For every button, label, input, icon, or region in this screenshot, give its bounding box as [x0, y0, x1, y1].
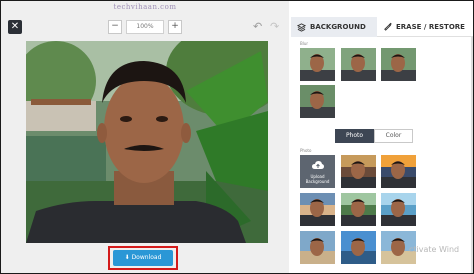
blur-preview [300, 85, 335, 118]
background-thumbnail[interactable] [300, 193, 335, 226]
portrait-photo [26, 41, 268, 243]
background-preview [300, 231, 335, 264]
zoom-in-button[interactable]: + [168, 20, 182, 34]
tab-erase-label: ERASE / RESTORE [396, 22, 465, 31]
download-button[interactable]: ⬇ Download [113, 250, 173, 266]
background-thumbnail[interactable] [341, 231, 376, 264]
background-preview [341, 193, 376, 226]
redo-icon[interactable]: ↷ [270, 20, 279, 34]
blur-thumbnail[interactable] [381, 48, 416, 81]
download-label: Download [131, 254, 162, 261]
download-icon: ⬇ [124, 254, 130, 261]
background-preview [341, 155, 376, 188]
upload-background-button[interactable]: Upload Background [300, 155, 335, 188]
layers-icon [297, 22, 306, 32]
background-thumbnail[interactable] [300, 231, 335, 264]
editor-window: techvihaan.com ✕ − 100% + ↶ ↷ ⬇ Download… [0, 0, 474, 274]
close-button[interactable]: ✕ [8, 20, 22, 34]
activate-windows-overlay: ctivate Wind [409, 245, 460, 254]
blur-thumbnail[interactable] [300, 48, 335, 81]
blur-section-label: Blur [300, 41, 309, 46]
photo-canvas[interactable] [26, 41, 268, 243]
photo-section-label: Photo [300, 148, 312, 153]
blur-thumbnail[interactable] [300, 85, 335, 118]
background-preview [341, 231, 376, 264]
tab-erase-restore[interactable]: ERASE / RESTORE [377, 17, 473, 37]
background-thumbnail[interactable] [381, 193, 416, 226]
zoom-controls: − 100% + [108, 20, 182, 34]
zoom-level: 100% [126, 20, 164, 34]
background-panel: BACKGROUND ERASE / RESTORE Blur Photo Co… [291, 1, 473, 273]
background-preview [381, 193, 416, 226]
background-thumbnail[interactable] [341, 155, 376, 188]
site-watermark: techvihaan.com [113, 3, 177, 11]
brush-icon [384, 22, 392, 31]
close-icon: ✕ [10, 21, 20, 32]
background-thumbnail[interactable] [381, 155, 416, 188]
tab-background[interactable]: BACKGROUND [291, 17, 377, 37]
toggle-photo[interactable]: Photo [335, 129, 374, 143]
tab-background-label: BACKGROUND [310, 23, 366, 31]
photo-color-toggle: Photo Color [335, 129, 413, 143]
cloud-upload-icon [311, 161, 324, 169]
undo-icon[interactable]: ↶ [253, 20, 262, 34]
blur-preview [300, 48, 335, 81]
editor-canvas-area: techvihaan.com ✕ − 100% + ↶ ↷ ⬇ Download [1, 1, 289, 273]
background-preview [300, 193, 335, 226]
zoom-out-button[interactable]: − [108, 20, 122, 34]
panel-tabs: BACKGROUND ERASE / RESTORE [291, 17, 473, 37]
blur-thumbnail[interactable] [341, 48, 376, 81]
upload-label-line2: Background [305, 179, 330, 184]
background-thumbnail[interactable] [341, 193, 376, 226]
panel-scrollbar[interactable] [471, 37, 473, 273]
blur-preview [381, 48, 416, 81]
background-preview [381, 155, 416, 188]
toggle-color[interactable]: Color [374, 129, 413, 143]
blur-preview [341, 48, 376, 81]
